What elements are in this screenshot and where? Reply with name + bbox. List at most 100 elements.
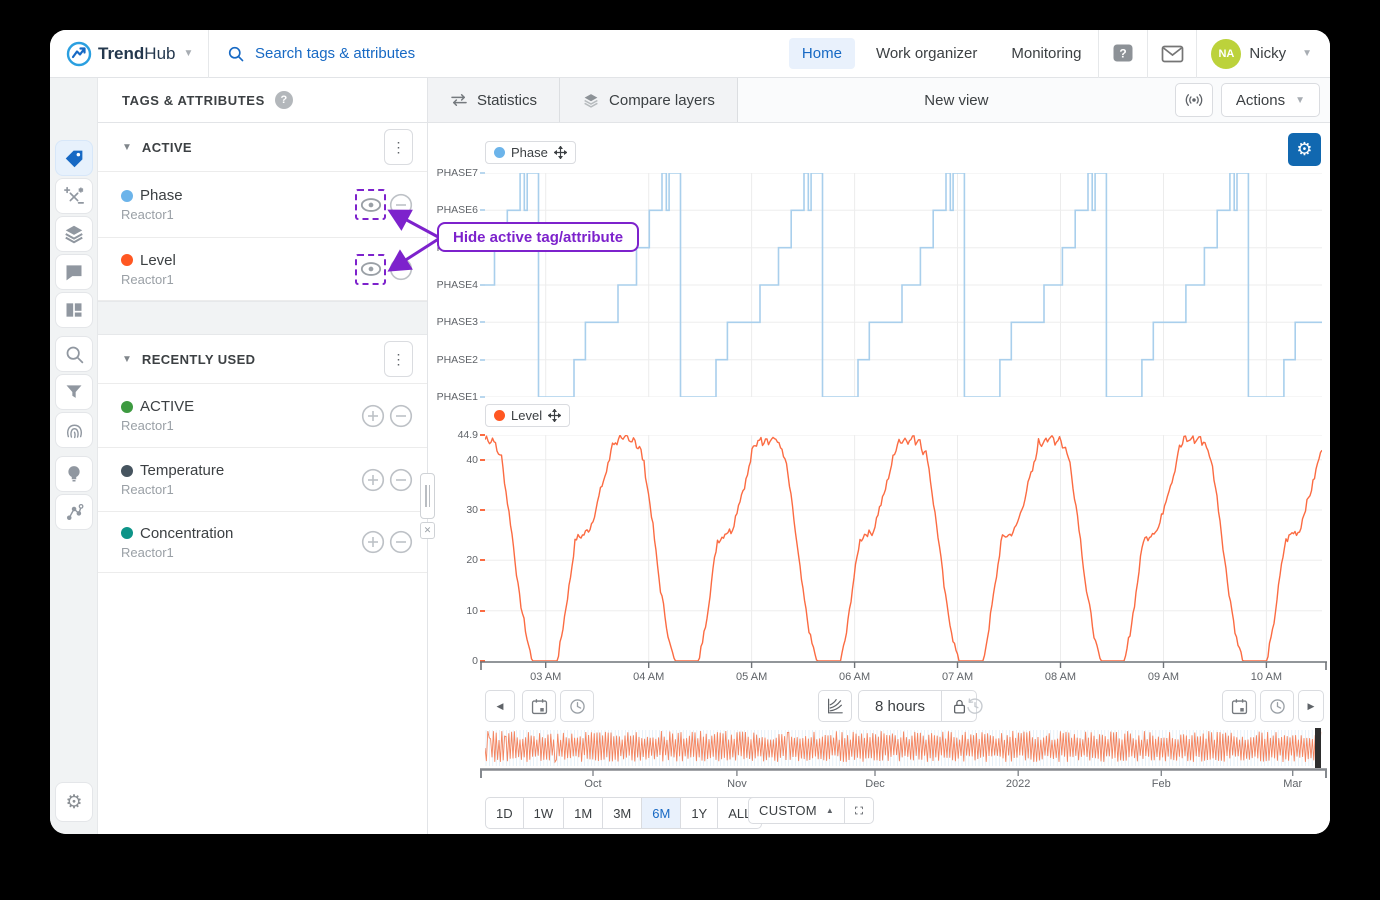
tag-color-dot <box>121 190 133 202</box>
eye-icon[interactable] <box>360 197 382 213</box>
tag-name: Temperature <box>140 462 224 479</box>
fit-range-button[interactable] <box>844 797 874 824</box>
axis-tick-label: 10 AM <box>1251 671 1282 683</box>
pan-left-button[interactable]: ◀ <box>485 690 515 722</box>
pan-right-button[interactable]: ▶ <box>1298 690 1324 722</box>
remove-tag-button[interactable] <box>389 193 413 217</box>
custom-range-button[interactable]: CUSTOM ▲ <box>748 797 845 824</box>
user-menu[interactable]: NA Nicky ▼ <box>1197 39 1330 69</box>
nav-home[interactable]: Home <box>789 38 855 69</box>
rail-formulas-button[interactable] <box>55 178 93 214</box>
add-tag-button[interactable] <box>361 530 385 554</box>
phase-step-chart[interactable] <box>485 173 1322 397</box>
section-gap <box>98 301 427 335</box>
broadcast-button[interactable] <box>1175 83 1213 117</box>
broadcast-icon <box>1184 93 1204 107</box>
actions-button[interactable]: Actions ▼ <box>1221 83 1320 117</box>
legend-label: Phase <box>511 145 548 160</box>
tag-row-active[interactable]: ACTIVE Reactor1 <box>98 383 427 447</box>
rail-layers-button[interactable] <box>55 216 93 252</box>
hide-highlight-box <box>355 189 386 220</box>
remove-tag-button[interactable] <box>389 404 413 428</box>
help-icon: ? <box>1112 43 1134 64</box>
view-title: New view <box>738 92 1175 109</box>
remove-tag-button[interactable] <box>389 468 413 492</box>
level-line-chart[interactable] <box>485 435 1322 661</box>
section-menu-button[interactable]: ⋮ <box>384 341 413 377</box>
rail-context-graph-button[interactable] <box>55 494 93 530</box>
view-header-rest: New view Actions ▼ <box>738 78 1330 122</box>
rail-comments-button[interactable] <box>55 254 93 290</box>
tag-row-level[interactable]: Level Reactor1 <box>98 237 427 301</box>
filter-icon <box>64 382 84 402</box>
remove-tag-button[interactable] <box>389 530 413 554</box>
history-button[interactable] <box>960 690 990 722</box>
add-tag-button[interactable] <box>361 468 385 492</box>
rail-tags-button[interactable] <box>55 140 93 176</box>
tag-color-dot <box>121 254 133 266</box>
range-1m[interactable]: 1M <box>563 797 603 829</box>
collapse-caret-icon[interactable]: ▼ <box>122 142 132 153</box>
remove-tag-button[interactable] <box>389 257 413 281</box>
global-search[interactable]: Search tags & attributes <box>209 45 785 63</box>
lightbulb-icon <box>65 464 83 484</box>
avatar[interactable]: NA <box>1211 39 1241 69</box>
tag-row-concentration[interactable]: Concentration Reactor1 <box>98 511 427 573</box>
chart-settings-button[interactable]: ⚙ <box>1288 133 1321 166</box>
start-calendar-button[interactable] <box>522 690 556 722</box>
level-legend[interactable]: Level <box>485 404 570 427</box>
end-calendar-button[interactable] <box>1222 690 1256 722</box>
tags-panel-title: TAGS & ATTRIBUTES <box>122 93 265 108</box>
tab-label: Compare layers <box>609 92 715 109</box>
axis-tick-label: PHASE3 <box>432 316 478 328</box>
nav-monitoring[interactable]: Monitoring <box>998 38 1094 69</box>
rail-search-button[interactable] <box>55 336 93 372</box>
range-6m[interactable]: 6M <box>641 797 681 829</box>
overview-strip[interactable] <box>485 728 1322 768</box>
duration-button[interactable]: 8 hours <box>858 690 942 722</box>
custom-caret-icon: ▲ <box>826 806 834 815</box>
help-button[interactable]: ? <box>1099 30 1147 78</box>
range-1d[interactable]: 1D <box>485 797 524 829</box>
rail-fingerprint-button[interactable] <box>55 412 93 448</box>
app-logo[interactable]: TrendHub ▼ <box>50 41 208 67</box>
range-1y[interactable]: 1Y <box>680 797 718 829</box>
calendar-icon <box>531 698 548 715</box>
drag-handle-icon[interactable] <box>420 473 435 519</box>
axis-tick-label: PHASE5 <box>432 242 478 254</box>
eye-icon[interactable] <box>360 261 382 277</box>
icon-rail: ⚙ <box>50 78 98 834</box>
rail-filter-button[interactable] <box>55 374 93 410</box>
panel-resize-grip[interactable]: ✕ <box>420 473 435 539</box>
phase-legend[interactable]: Phase <box>485 141 576 164</box>
tag-row-phase[interactable]: Phase Reactor1 <box>98 171 427 237</box>
close-panel-button[interactable]: ✕ <box>420 522 435 539</box>
rail-recommendations-button[interactable] <box>55 456 93 492</box>
range-3m[interactable]: 3M <box>602 797 642 829</box>
search-input[interactable]: Search tags & attributes <box>255 45 415 62</box>
section-menu-button[interactable]: ⋮ <box>384 129 413 165</box>
start-time-button[interactable] <box>560 690 594 722</box>
move-icon[interactable] <box>554 146 567 159</box>
messages-button[interactable] <box>1148 30 1196 78</box>
rail-settings-button[interactable]: ⚙ <box>55 782 93 822</box>
trend-lines-icon <box>826 698 844 714</box>
tab-statistics[interactable]: Statistics <box>428 78 560 122</box>
axis-tick-label: 30 <box>432 504 478 516</box>
panel-help-icon[interactable]: ? <box>275 91 293 109</box>
tab-compare-layers[interactable]: Compare layers <box>560 78 738 122</box>
tag-row-temperature[interactable]: Temperature Reactor1 <box>98 447 427 511</box>
nav-work-organizer[interactable]: Work organizer <box>863 38 990 69</box>
dashboard-icon <box>64 300 84 320</box>
add-tag-button[interactable] <box>361 404 385 428</box>
tab-label: Statistics <box>477 92 537 109</box>
collapse-caret-icon[interactable]: ▼ <box>122 354 132 365</box>
axis-tick-label: 04 AM <box>633 671 664 683</box>
move-icon[interactable] <box>548 409 561 422</box>
end-time-button[interactable] <box>1260 690 1294 722</box>
axis-tick-label: 09 AM <box>1148 671 1179 683</box>
range-1w[interactable]: 1W <box>523 797 565 829</box>
trend-scale-button[interactable] <box>818 690 852 722</box>
rail-dashboard-button[interactable] <box>55 292 93 328</box>
axis-tick-label: 07 AM <box>942 671 973 683</box>
